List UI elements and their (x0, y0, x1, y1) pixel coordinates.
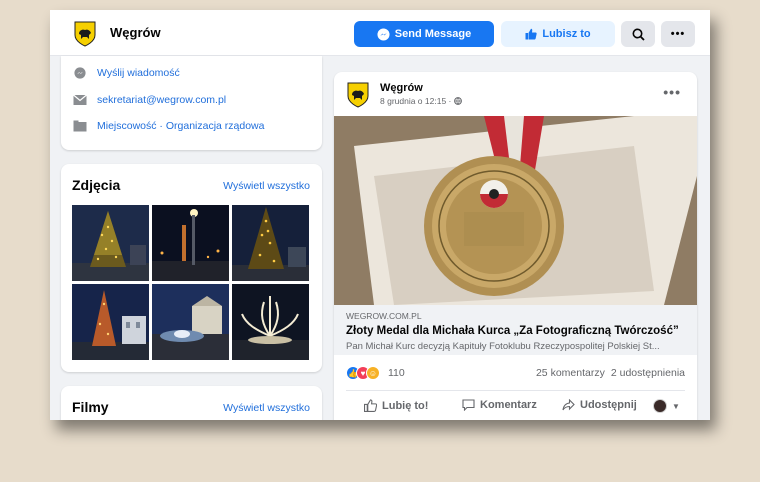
like-label: Lubię to! (382, 399, 429, 412)
link-title: Złoty Medal dla Michała Kurca „Za Fotogr… (346, 325, 679, 337)
category-icon (73, 120, 87, 132)
link-domain: WEGROW.COM.PL (346, 311, 422, 321)
user-avatar (653, 399, 667, 413)
videos-card: Filmy Wyświetl wszystko (61, 386, 322, 420)
reactions-summary[interactable]: 👍 ♥ ☺ 110 (346, 366, 405, 380)
page-header: Węgrów Send Message Lubisz to ••• (50, 10, 710, 56)
post-date[interactable]: 8 grudnia o 12:15 · (380, 96, 462, 106)
photos-title: Zdjęcia (72, 177, 121, 193)
messenger-icon (377, 27, 390, 41)
chevron-down-icon: ▼ (672, 401, 680, 411)
share-icon (562, 399, 575, 411)
videos-see-all-link[interactable]: Wyświetl wszystko (223, 402, 310, 414)
about-item-email[interactable]: sekretariat@wegrow.com.pl (73, 94, 226, 106)
reaction-icons: 👍 ♥ ☺ (346, 366, 380, 380)
search-icon (632, 28, 645, 41)
comment-label: Komentarz (480, 399, 537, 411)
photos-see-all-link[interactable]: Wyświetl wszystko (223, 180, 310, 192)
photo-thumbnail[interactable] (72, 284, 149, 360)
link-description: Pan Michał Kurc decyzją Kapituły Fotoklu… (346, 341, 660, 352)
about-card: Wyślij wiadomość sekretariat@wegrow.com.… (61, 56, 322, 150)
about-item-message[interactable]: Wyślij wiadomość (73, 67, 180, 79)
post-card: Węgrów 8 grudnia o 12:15 · ••• WEGROW.CO… (334, 72, 697, 420)
comment-button[interactable]: Komentarz (462, 399, 537, 411)
author-avatar[interactable] (347, 82, 369, 108)
photo-thumbnail[interactable] (232, 284, 309, 360)
photo-thumbnail[interactable] (152, 284, 229, 360)
care-reaction-icon: ☺ (366, 366, 380, 380)
coat-of-arms-logo[interactable] (74, 21, 96, 47)
videos-title: Filmy (72, 399, 109, 415)
photo-thumbnail[interactable] (152, 205, 229, 281)
engagement-counts: 25 komentarzy 2 udostępnienia (536, 367, 685, 379)
about-item-category[interactable]: Miejscowość · Organizacja rządowa (73, 120, 264, 132)
share-button[interactable]: Udostępnij (562, 399, 637, 411)
facebook-page-screenshot: Węgrów Send Message Lubisz to ••• Wyślij… (50, 10, 710, 420)
about-item-label: Miejscowość · Organizacja rządowa (97, 120, 265, 132)
like-page-label: Lubisz to (542, 28, 591, 40)
post-author[interactable]: Węgrów (380, 82, 423, 94)
send-message-label: Send Message (394, 28, 472, 40)
about-item-label: sekretariat@wegrow.com.pl (97, 94, 227, 106)
comments-count[interactable]: 25 komentarzy (536, 367, 605, 379)
search-button[interactable] (621, 21, 655, 47)
share-label: Udostępnij (580, 399, 637, 411)
post-image-medal[interactable] (334, 116, 697, 305)
more-options-button[interactable]: ••• (661, 21, 695, 47)
more-dots-icon: ••• (670, 28, 686, 40)
like-page-button[interactable]: Lubisz to (501, 21, 615, 47)
messenger-icon (74, 67, 86, 79)
photos-card: Zdjęcia Wyświetl wszystko (61, 164, 322, 372)
mail-icon (73, 94, 87, 105)
post-date-text: 8 grudnia o 12:15 · (380, 96, 452, 106)
reactions-count: 110 (388, 367, 405, 379)
divider (346, 390, 685, 391)
send-message-button[interactable]: Send Message (354, 21, 494, 47)
page-name[interactable]: Węgrów (110, 25, 161, 40)
reaction-avatar-selector[interactable]: ▼ (653, 399, 680, 413)
link-preview[interactable]: WEGROW.COM.PL Złoty Medal dla Michała Ku… (334, 305, 697, 355)
comment-icon (462, 399, 475, 411)
globe-icon (453, 97, 462, 105)
like-button[interactable]: Lubię to! (364, 399, 428, 412)
photo-thumbnail[interactable] (232, 205, 309, 281)
about-item-label: Wyślij wiadomość (97, 67, 180, 79)
thumbs-up-icon (525, 28, 538, 40)
shares-count[interactable]: 2 udostępnienia (611, 367, 685, 379)
post-options-button[interactable]: ••• (663, 84, 681, 100)
photo-thumbnail[interactable] (72, 205, 149, 281)
thumbs-up-icon (364, 399, 377, 412)
